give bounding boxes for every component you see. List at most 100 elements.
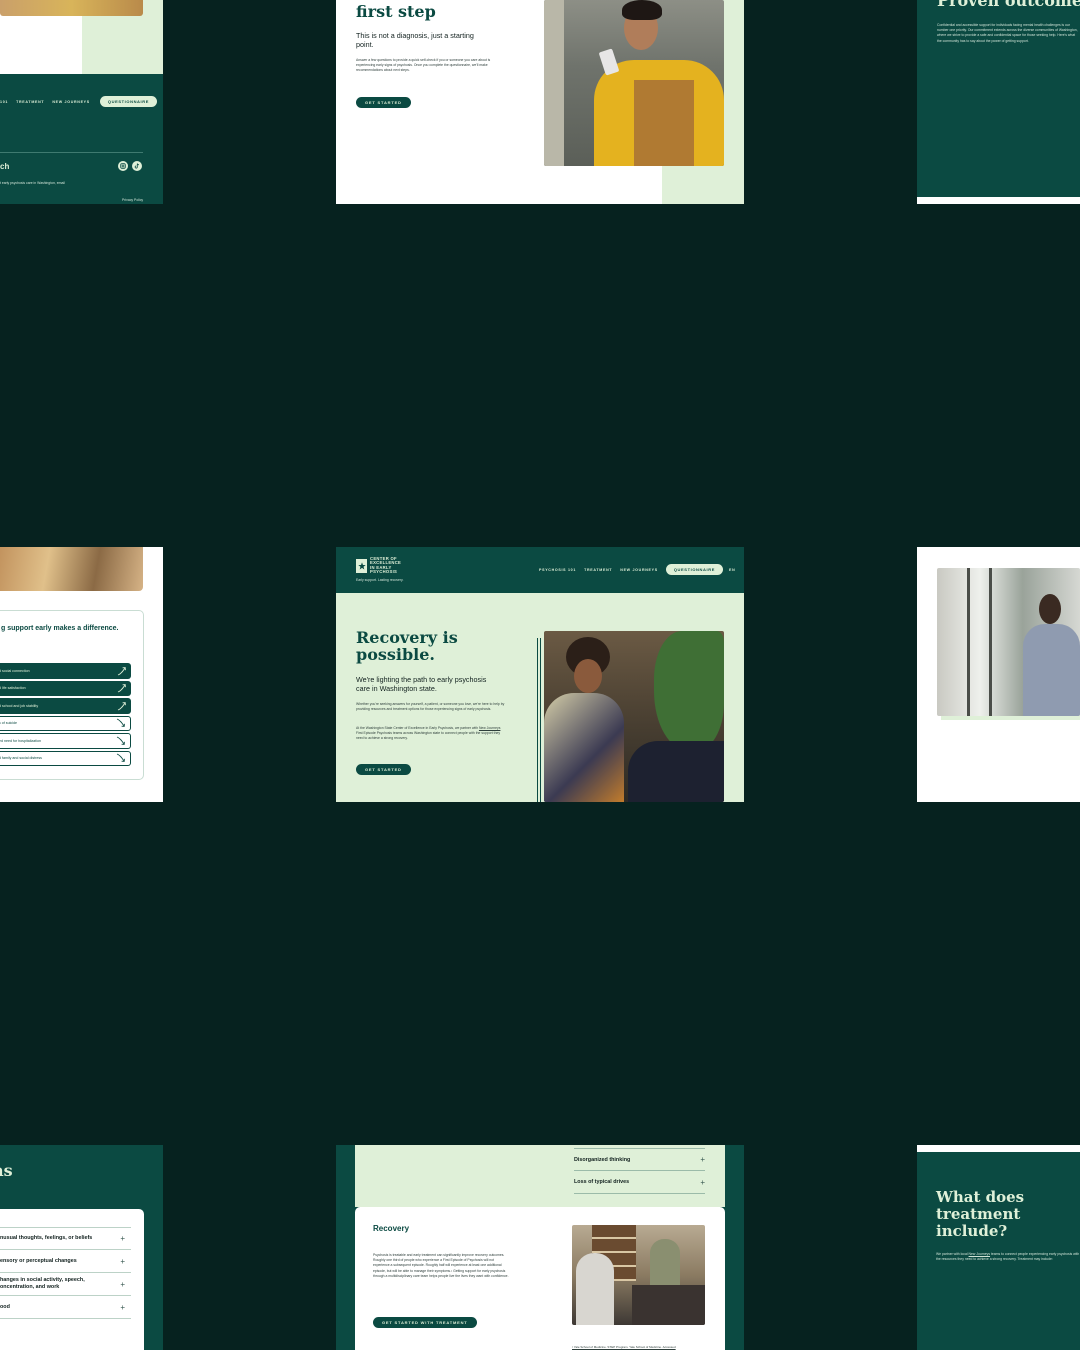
body-text: We partner with local [936, 1252, 969, 1256]
person-hair [622, 0, 662, 20]
person-shirt [1023, 624, 1080, 716]
hero-body-2-text: At the Washington State Center of Excell… [356, 726, 479, 730]
signs-accordion: nusual thoughts, feelings, or beliefs + en… [0, 1227, 131, 1319]
photo-hair [0, 547, 143, 591]
accordion-label: ensory or perceptual changes [0, 1257, 77, 1264]
plus-icon[interactable]: + [120, 1234, 125, 1243]
recovery-card: Recovery Psychosis is treatable and earl… [355, 1207, 725, 1350]
screen-treatment-photo [917, 547, 1080, 802]
nav-item-treatment[interactable]: TREATMENT [16, 100, 44, 104]
nav-item-psychosis-101[interactable]: 101 [0, 100, 8, 104]
accordion-label: ood [0, 1303, 10, 1310]
outcome-row: d school and job stability [0, 698, 131, 714]
accordion-item[interactable]: Disorganized thinking + [574, 1148, 705, 1171]
footnote[interactable]: ¹ Yale School of Medicine. STEP Program.… [572, 1345, 676, 1349]
footer-text: t early psychosis care in Washington, em… [0, 181, 65, 185]
questionnaire-button[interactable]: QUESTIONNAIRE [665, 564, 723, 575]
trend-down-arrow-icon [116, 753, 125, 763]
outcome-row: d social connection [0, 663, 131, 679]
questionnaire-button[interactable]: QUESTIONNAIRE [99, 96, 158, 107]
accordion-item[interactable]: ensory or perceptual changes + [0, 1250, 131, 1273]
instagram-icon[interactable] [118, 161, 128, 171]
privacy-link[interactable]: Privacy Policy [122, 198, 143, 203]
top-strip [917, 1145, 1080, 1152]
recovery-body: Psychosis is treatable and early treatme… [373, 1253, 509, 1278]
get-started-button[interactable]: GET STARTED [356, 97, 411, 108]
outcome-label: ed need for hospitalization [0, 738, 41, 743]
new-journeys-link[interactable]: New Journeys [969, 1252, 990, 1256]
screen-support-early: g support early makes a difference. d so… [0, 547, 163, 802]
person-jacket [544, 693, 624, 802]
logo[interactable]: CENTER OF EXCELLENCE IN EARLY PSYCHOSIS [356, 556, 401, 575]
accordion-item[interactable]: ood + [0, 1296, 131, 1319]
person-overalls [634, 80, 694, 166]
tagline: Early support. Lasting recovery. [356, 578, 404, 582]
photo-top-left [0, 0, 143, 16]
section-heading: first step [356, 2, 436, 21]
accordion-label: nusual thoughts, feelings, or beliefs [0, 1235, 93, 1241]
screen-recovery: Disorganized thinking + Loss of typical … [336, 1145, 744, 1350]
tiktok-icon[interactable] [132, 161, 142, 171]
photo-man-window [937, 568, 1080, 716]
social-icons [118, 161, 142, 171]
plus-icon[interactable]: + [120, 1257, 125, 1266]
site-header: CENTER OF EXCELLENCE IN EARLY PSYCHOSIS … [336, 547, 744, 593]
trend-up-arrow-icon [117, 701, 126, 711]
person-head [1039, 594, 1061, 624]
outcome-label: d family and social distress [0, 756, 42, 761]
accordion-label: hanges in social activity, speech, oncen… [0, 1277, 85, 1290]
plus-icon[interactable]: + [120, 1303, 125, 1312]
accordion-item[interactable]: nusual thoughts, feelings, or beliefs + [0, 1227, 131, 1250]
phone-shape [598, 48, 620, 76]
trend-down-arrow-icon [116, 718, 125, 728]
section-body: Answer a few questions to provide a quic… [356, 58, 491, 73]
section-heading: Proven outcomes [937, 0, 1080, 10]
footer-divider [0, 152, 143, 153]
therapist [576, 1253, 614, 1325]
footer-nav: 101 TREATMENT NEW JOURNEYS QUESTIONNAIRE [0, 96, 158, 107]
footer-heading: ch [0, 162, 10, 171]
nav-item-new-journeys[interactable]: NEW JOURNEYS [620, 568, 658, 572]
window-bars [967, 568, 970, 716]
footer: 101 TREATMENT NEW JOURNEYS QUESTIONNAIRE… [0, 74, 163, 204]
logo-line-4: PSYCHOSIS [370, 569, 398, 575]
photo-stack-lines [537, 638, 541, 802]
outcome-row: d life satisfaction [0, 680, 131, 696]
window-frame [544, 0, 564, 166]
section-body: Confidential and accessible support for … [937, 23, 1078, 43]
screen-top-left: 101 TREATMENT NEW JOURNEYS QUESTIONNAIRE… [0, 0, 163, 204]
outcome-label: d school and job stability [0, 703, 39, 708]
main-nav: PSYCHOSIS 101 TREATMENT NEW JOURNEYS QUE… [539, 564, 743, 575]
get-started-with-treatment-button[interactable]: GET STARTED WITH TREATMENT [373, 1317, 477, 1328]
photo-young-man-phone [544, 0, 724, 166]
outcome-row: ed need for hospitalization [0, 733, 131, 749]
nav-item-treatment[interactable]: TREATMENT [584, 568, 612, 572]
get-started-button[interactable]: GET STARTED [356, 764, 411, 775]
language-selector[interactable]: EN [729, 568, 735, 572]
symptoms-panel: Disorganized thinking + Loss of typical … [355, 1145, 725, 1207]
trend-up-arrow-icon [117, 666, 126, 676]
screen-questionnaire: first step This is not a diagnosis, just… [336, 0, 744, 204]
plus-icon[interactable]: + [700, 1155, 705, 1164]
plus-icon[interactable]: + [700, 1178, 705, 1187]
outcome-row: d family and social distress [0, 750, 131, 766]
person-face [574, 659, 602, 693]
logo-text: CENTER OF EXCELLENCE IN EARLY PSYCHOSIS [370, 556, 401, 575]
washington-star-logo-icon [356, 558, 367, 573]
trend-up-arrow-icon [117, 684, 126, 693]
section-body: We partner with local New Journeys teams… [936, 1252, 1080, 1262]
section-subheading: This is not a diagnosis, just a starting… [356, 31, 474, 49]
nav-item-new-journeys[interactable]: NEW JOURNEYS [52, 100, 90, 104]
nav-item-psychosis-101[interactable]: PSYCHOSIS 101 [539, 568, 576, 572]
new-journeys-link[interactable]: New Journeys [479, 726, 500, 730]
outcomes-card: g support early makes a difference. d so… [0, 610, 144, 780]
hero-body-2: At the Washington State Center of Excell… [356, 726, 506, 742]
plus-icon[interactable]: + [120, 1280, 125, 1289]
hero-subtitle: We're lighting the path to early psychos… [356, 675, 487, 693]
photo-therapy-session [572, 1225, 705, 1325]
accordion-label: Loss of typical drives [574, 1179, 630, 1185]
accordion-item[interactable]: Loss of typical drives + [574, 1171, 705, 1194]
accordion-item[interactable]: hanges in social activity, speech, oncen… [0, 1273, 131, 1296]
outcomes-heading: g support early makes a difference. [1, 625, 119, 632]
window-bars-2 [989, 568, 992, 716]
